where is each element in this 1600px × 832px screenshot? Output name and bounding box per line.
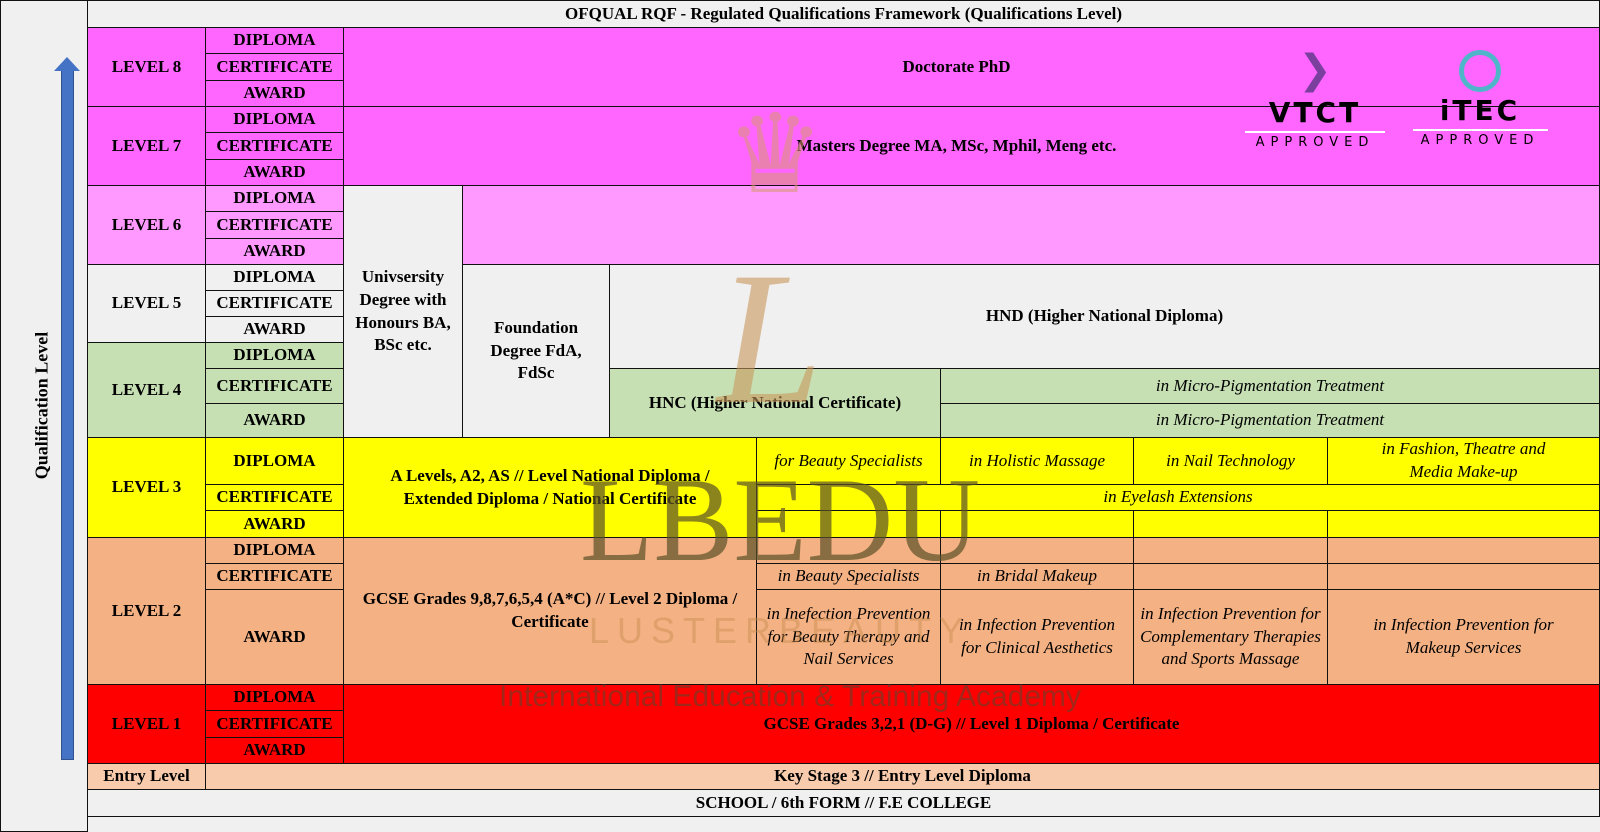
l2-infection-clinical: in Infection Prevention for Clinical Aes… — [940, 589, 1134, 685]
l2-certificate-cell — [1133, 563, 1328, 590]
l3-award-cell — [1327, 510, 1600, 538]
type-award: AWARD — [205, 589, 344, 685]
type-certificate: CERTIFICATE — [205, 211, 344, 239]
level1-content: GCSE Grades 3,2,1 (D-G) // Level 1 Diplo… — [343, 684, 1600, 764]
l3-fashion-makeup: in Fashion, Theatre and Media Make-up — [1327, 437, 1600, 485]
type-diploma: DIPLOMA — [205, 342, 344, 369]
type-diploma: DIPLOMA — [205, 27, 344, 54]
level-5: LEVEL 5 — [87, 264, 206, 343]
university-cell: Univsersity Degree with Honours BA, BSc … — [343, 185, 463, 438]
l2-beauty-specialists: in Beauty Specialists — [756, 563, 941, 590]
l3-nail-technology: in Nail Technology — [1133, 437, 1328, 485]
l2-certificate-cell — [1327, 563, 1600, 590]
type-diploma: DIPLOMA — [205, 185, 344, 212]
doctorate-cell: Doctorate PhD — [343, 27, 1600, 107]
a-levels-cell: A Levels, A2, AS // Level National Diplo… — [343, 437, 757, 538]
l3-award-cell — [1133, 510, 1328, 538]
type-award: AWARD — [205, 510, 344, 538]
type-award: AWARD — [205, 737, 344, 764]
l2-diploma-cell — [1133, 537, 1328, 564]
type-diploma: DIPLOMA — [205, 106, 344, 133]
level-2: LEVEL 2 — [87, 537, 206, 685]
type-award: AWARD — [205, 403, 344, 438]
entry-level: Entry Level — [87, 763, 206, 790]
level-1: LEVEL 1 — [87, 684, 206, 764]
level-6: LEVEL 6 — [87, 185, 206, 265]
type-diploma: DIPLOMA — [205, 684, 344, 711]
l2-bridal-makeup: in Bridal Makeup — [940, 563, 1134, 590]
level-7: LEVEL 7 — [87, 106, 206, 186]
arrow-head — [54, 57, 80, 71]
level-8: LEVEL 8 — [87, 27, 206, 107]
l3-eyelash-extensions: in Eyelash Extensions — [756, 484, 1600, 511]
type-certificate: CERTIFICATE — [205, 563, 344, 590]
l3-award-cell — [940, 510, 1134, 538]
entry-content: Key Stage 3 // Entry Level Diploma — [205, 763, 1600, 790]
gcse-cell: GCSE Grades 9,8,7,6,5,4 (A*C) // Level 2… — [343, 537, 757, 685]
type-diploma: DIPLOMA — [205, 437, 344, 485]
micro-pigmentation-2: in Micro-Pigmentation Treatment — [940, 403, 1600, 438]
page-title: OFQUAL RQF - Regulated Qualifications Fr… — [87, 0, 1600, 28]
level-4: LEVEL 4 — [87, 342, 206, 438]
l2-diploma-cell — [1327, 537, 1600, 564]
micro-pigmentation-1: in Micro-Pigmentation Treatment — [940, 368, 1600, 404]
arrow-up-icon — [61, 70, 74, 760]
type-award: AWARD — [205, 159, 344, 186]
type-award: AWARD — [205, 316, 344, 343]
type-diploma: DIPLOMA — [205, 264, 344, 291]
level-3: LEVEL 3 — [87, 437, 206, 538]
l2-infection-beauty: in Inefection Prevention for Beauty Ther… — [756, 589, 941, 685]
l3-award-cell — [756, 510, 941, 538]
l2-diploma-cell — [940, 537, 1134, 564]
l2-diploma-cell — [756, 537, 941, 564]
type-certificate: CERTIFICATE — [205, 290, 344, 317]
school-footer: SCHOOL / 6th FORM // F.E COLLEGE — [87, 789, 1600, 817]
masters-cell: Masters Degree MA, MSc, Mphil, Meng etc. — [343, 106, 1600, 186]
hnd-cell: HND (Higher National Diploma) — [609, 264, 1600, 369]
type-certificate: CERTIFICATE — [205, 132, 344, 160]
l2-infection-complementary: in Infection Prevention for Complementar… — [1133, 589, 1328, 685]
type-certificate: CERTIFICATE — [205, 53, 344, 81]
type-award: AWARD — [205, 238, 344, 265]
l2-infection-makeup: in Infection Prevention for Makeup Servi… — [1327, 589, 1600, 685]
type-award: AWARD — [205, 80, 344, 107]
foundation-cell: Foundation Degree FdA, FdSc — [462, 264, 610, 438]
level6-content — [462, 185, 1600, 265]
l3-beauty-specialists: for Beauty Specialists — [756, 437, 941, 485]
type-certificate: CERTIFICATE — [205, 484, 344, 511]
left-gutter — [0, 0, 88, 832]
type-certificate: CERTIFICATE — [205, 368, 344, 404]
type-diploma: DIPLOMA — [205, 537, 344, 564]
hnc-cell: HNC (Higher National Certificate) — [609, 368, 941, 438]
type-certificate: CERTIFICATE — [205, 710, 344, 738]
l3-holistic-massage: in Holistic Massage — [940, 437, 1134, 485]
